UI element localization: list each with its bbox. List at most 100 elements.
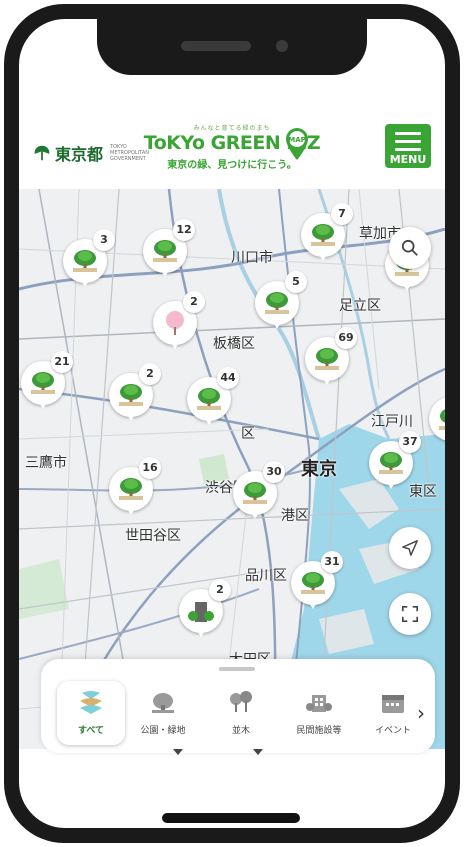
park-tree-icon — [315, 348, 339, 370]
park-tree-icon — [197, 388, 221, 410]
map-marker-park[interactable]: 44 — [187, 367, 239, 429]
map-marker-park[interactable]: 37 — [369, 431, 421, 493]
marker-count: 7 — [331, 203, 353, 225]
place-label-mitaka: 三鷹市 — [25, 455, 67, 471]
place-label-edogawa: 江戸川 — [371, 414, 413, 430]
speaker — [181, 41, 251, 51]
marker-tail — [317, 251, 329, 261]
marker-count: 12 — [173, 219, 195, 241]
marker-tail — [169, 339, 181, 349]
sakura-icon — [166, 311, 184, 335]
map-badge-text: MAP — [288, 136, 306, 144]
ginkgo-leaf-icon — [34, 145, 50, 161]
tree-row-icon — [230, 691, 252, 712]
marker-tail — [37, 399, 49, 409]
map-marker-park[interactable]: 2 — [109, 363, 161, 425]
marker-tail — [271, 319, 283, 329]
caret-down-icon[interactable] — [253, 749, 263, 755]
map-marker-park[interactable]: 5 — [255, 271, 307, 333]
map-marker-park[interactable]: 31 — [291, 551, 343, 613]
park-tree-icon — [379, 452, 403, 474]
map-marker-park[interactable]: 21 — [21, 351, 73, 413]
menu-label: MENU — [389, 153, 427, 166]
drag-handle[interactable] — [219, 667, 255, 671]
place-label-ku: 区 — [241, 426, 255, 442]
map-marker-park[interactable]: 12 — [143, 219, 195, 281]
chevron-right-icon[interactable]: › — [417, 701, 425, 725]
park-tree-icon — [119, 384, 143, 406]
calendar-icon — [382, 695, 404, 713]
marker-tail — [321, 375, 333, 385]
marker-count: 30 — [263, 461, 285, 483]
map-pin-icon: MAP — [286, 128, 308, 160]
category-building[interactable]: 民間施設等 — [285, 681, 353, 745]
search-button[interactable] — [389, 227, 431, 269]
marker-count: 2 — [209, 579, 231, 601]
marker-count: 16 — [139, 457, 161, 479]
marker-count: 2 — [183, 291, 205, 313]
marker-count: 21 — [51, 351, 73, 373]
tokyo-logo-text: 東京都 — [55, 145, 104, 164]
marker-tail — [159, 267, 171, 277]
park-tree-icon — [31, 372, 55, 394]
caret-down-icon[interactable] — [173, 749, 183, 755]
map-marker-park[interactable]: 16 — [109, 457, 161, 519]
map-marker-park[interactable]: 30 — [233, 461, 285, 523]
building-icon — [188, 602, 214, 622]
category-all[interactable]: すべて — [57, 681, 125, 745]
category-label: 公園・緑地 — [140, 726, 186, 736]
map-marker-park[interactable]: 7 — [301, 203, 353, 265]
menu-button[interactable]: MENU — [385, 124, 431, 168]
place-label-adachi: 足立区 — [339, 298, 381, 314]
park-tree-icon — [301, 572, 325, 594]
home-indicator — [162, 813, 300, 823]
place-label-kawaguchi: 川口市 — [231, 250, 273, 266]
map-marker-park[interactable]: 3 — [63, 229, 115, 291]
navigation-arrow-icon — [402, 540, 418, 556]
marker-count: 3 — [93, 229, 115, 251]
tokyo-government-logo[interactable]: 東京都 TOKYO METROPOLITAN GOVERNMENT — [33, 141, 149, 165]
place-label-setagaya: 世田谷区 — [125, 528, 181, 544]
marker-count: 2 — [139, 363, 161, 385]
category-bar: すべて 公園・緑地 並木 民間施設等 イベント › — [41, 659, 435, 755]
category-tree-row[interactable]: 並木 — [207, 681, 275, 745]
current-location-button[interactable] — [389, 527, 431, 569]
category-label: イベント — [374, 726, 411, 736]
category-park[interactable]: 公園・緑地 — [129, 681, 197, 745]
park-tree-icon — [153, 240, 177, 262]
place-label-shinagawa: 品川区 — [245, 568, 287, 584]
search-icon — [401, 239, 418, 256]
park-tree-icon — [119, 478, 143, 500]
marker-count: 44 — [217, 367, 239, 389]
park-tree-icon — [311, 224, 335, 246]
phone-frame: 東京都 TOKYO METROPOLITAN GOVERNMENT みんなと育て… — [4, 4, 460, 843]
map-marker-park[interactable] — [429, 397, 445, 449]
fullscreen-icon — [401, 605, 419, 623]
marker-tail — [79, 277, 91, 287]
place-label-tokyo: 東京 — [301, 459, 337, 480]
building-icon — [306, 695, 332, 712]
map-marker-park[interactable]: 69 — [305, 327, 357, 389]
park-icon — [152, 693, 174, 713]
map-marker-sakura[interactable]: 2 — [153, 291, 205, 353]
marker-tail — [385, 479, 397, 489]
marker-tail — [203, 415, 215, 425]
site-header: 東京都 TOKYO METROPOLITAN GOVERNMENT みんなと育て… — [19, 117, 445, 189]
marker-tail — [249, 509, 261, 519]
screen: 東京都 TOKYO METROPOLITAN GOVERNMENT みんなと育て… — [19, 19, 445, 828]
park-tree-icon — [265, 292, 289, 314]
park-tree-icon — [243, 482, 267, 504]
category-label: 民間施設等 — [296, 726, 342, 736]
park-tree-icon — [73, 250, 97, 272]
marker-count: 69 — [335, 327, 357, 349]
map-marker-building[interactable]: 2 — [179, 579, 231, 641]
all-icon — [80, 691, 102, 714]
park-tree-icon — [439, 409, 445, 430]
category-event[interactable]: イベント — [363, 681, 423, 745]
fullscreen-button[interactable] — [389, 593, 431, 635]
marker-count: 37 — [399, 431, 421, 453]
marker-tail — [307, 599, 319, 609]
marker-count: 31 — [321, 551, 343, 573]
marker-tail — [195, 627, 207, 637]
tokyo-logo-subtext: TOKYO METROPOLITAN GOVERNMENT — [110, 144, 149, 162]
